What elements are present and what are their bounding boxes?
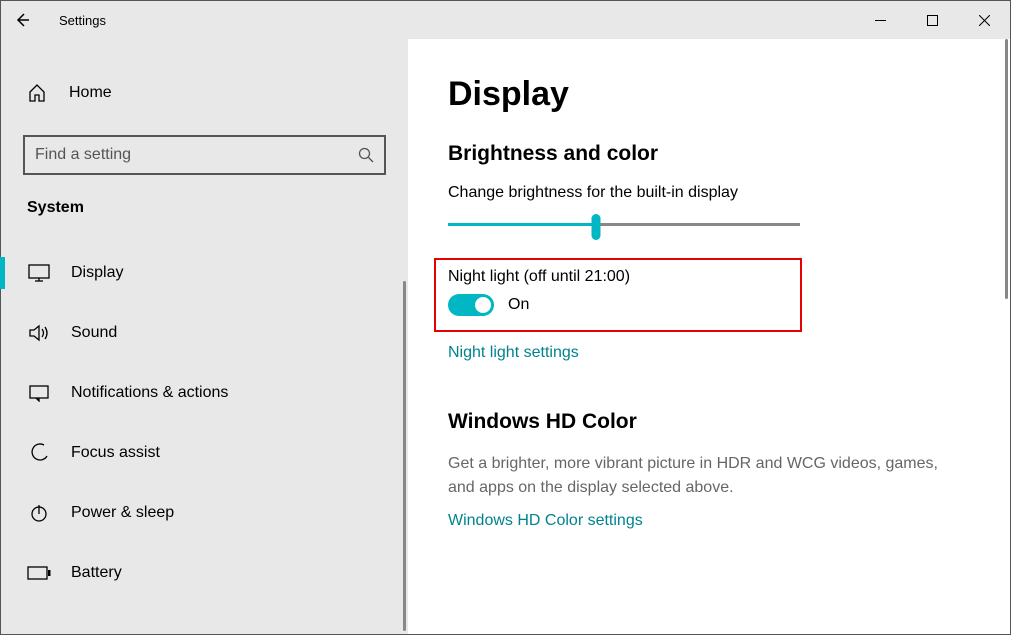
content-scrollbar[interactable] [1005, 39, 1008, 299]
display-icon [27, 264, 51, 282]
search-input[interactable] [35, 146, 358, 164]
nav-item-display[interactable]: Display [1, 243, 408, 303]
maximize-icon [927, 15, 938, 26]
nav-item-label: Battery [71, 564, 122, 582]
slider-thumb[interactable] [591, 214, 600, 240]
section-hdcolor-heading: Windows HD Color [448, 410, 970, 434]
search-box[interactable] [23, 135, 386, 175]
nav-list: Display Sound Notifications & actions Fo… [1, 243, 408, 603]
sidebar: Home System Display Sound [1, 39, 408, 634]
nav-item-battery[interactable]: Battery [1, 543, 408, 603]
maximize-button[interactable] [906, 1, 958, 39]
nav-item-power-sleep[interactable]: Power & sleep [1, 483, 408, 543]
window-controls [854, 1, 1010, 39]
nav-item-label: Notifications & actions [71, 384, 228, 402]
back-arrow-icon [14, 12, 30, 28]
window-title: Settings [59, 13, 106, 28]
sound-icon [27, 324, 51, 342]
page-title: Display [448, 75, 970, 114]
nav-item-focus-assist[interactable]: Focus assist [1, 423, 408, 483]
minimize-button[interactable] [854, 1, 906, 39]
toggle-knob [475, 297, 491, 313]
content-pane: Display Brightness and color Change brig… [408, 39, 1010, 634]
night-light-toggle[interactable] [448, 294, 494, 316]
nav-item-sound[interactable]: Sound [1, 303, 408, 363]
search-icon [358, 147, 374, 163]
battery-icon [27, 566, 51, 580]
notifications-icon [27, 384, 51, 402]
home-icon [27, 83, 47, 103]
brightness-slider-label: Change brightness for the built-in displ… [448, 184, 970, 202]
back-button[interactable] [1, 1, 43, 39]
focus-assist-icon [27, 442, 51, 464]
section-brightness-heading: Brightness and color [448, 142, 970, 166]
close-icon [979, 15, 990, 26]
hdcolor-settings-link[interactable]: Windows HD Color settings [448, 512, 970, 530]
sidebar-scrollbar[interactable] [403, 281, 406, 631]
toggle-state-label: On [508, 296, 529, 314]
hdcolor-description: Get a brighter, more vibrant picture in … [448, 452, 968, 500]
nav-item-label: Display [71, 264, 123, 282]
home-label: Home [69, 84, 112, 102]
night-light-highlight: Night light (off until 21:00) On [434, 258, 802, 332]
nav-item-label: Power & sleep [71, 504, 174, 522]
nav-item-label: Sound [71, 324, 117, 342]
minimize-icon [875, 15, 886, 26]
nav-item-label: Focus assist [71, 444, 160, 462]
power-icon [27, 503, 51, 523]
slider-fill [448, 223, 596, 226]
titlebar: Settings [1, 1, 1010, 39]
night-light-label: Night light (off until 21:00) [448, 268, 788, 286]
close-button[interactable] [958, 1, 1010, 39]
night-light-settings-link[interactable]: Night light settings [448, 344, 970, 362]
home-button[interactable]: Home [1, 69, 408, 117]
brightness-slider[interactable] [448, 212, 800, 240]
category-label: System [1, 175, 408, 223]
nav-item-notifications[interactable]: Notifications & actions [1, 363, 408, 423]
